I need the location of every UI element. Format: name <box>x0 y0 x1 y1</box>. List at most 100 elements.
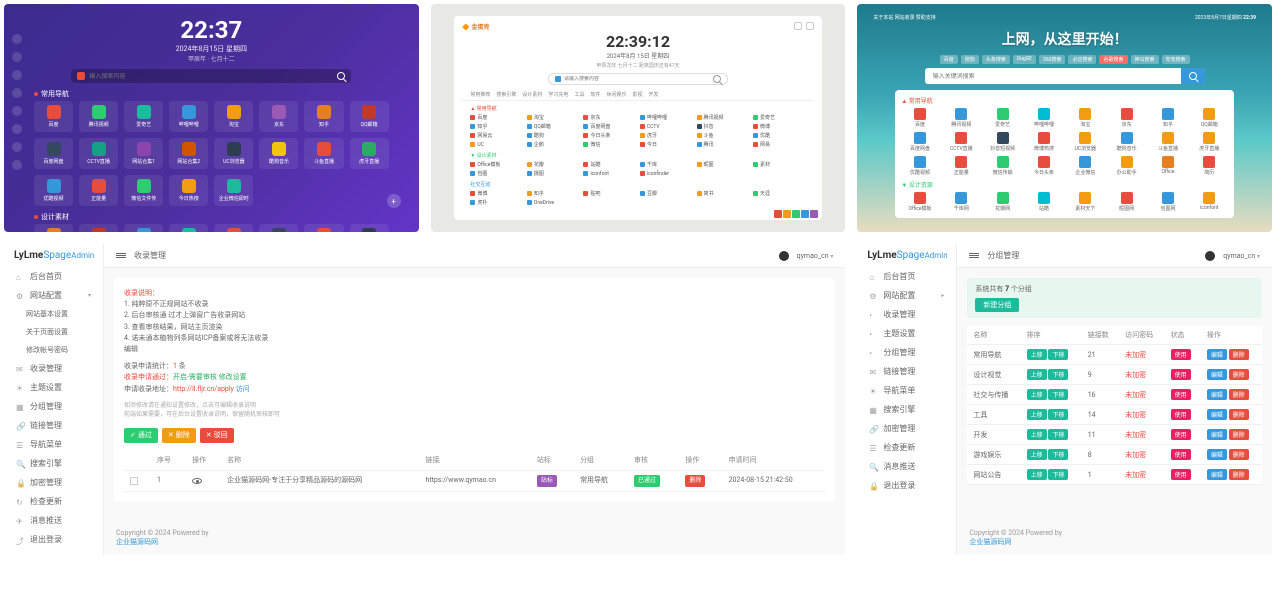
nav-tile[interactable]: 正能量 <box>79 175 118 206</box>
engine-chip[interactable]: 必应搜索 <box>1068 55 1096 64</box>
status-badge[interactable]: 使用 <box>1171 449 1191 460</box>
theme-icon[interactable] <box>806 22 814 30</box>
rail-icon[interactable] <box>12 52 22 62</box>
nav-tile[interactable]: 今日热榜 <box>169 175 208 206</box>
nav-tile[interactable]: 微博热搜 <box>1025 132 1062 152</box>
nav-tile[interactable]: 花瓣网 <box>984 192 1021 212</box>
move-down-button[interactable]: 下移 <box>1048 349 1068 360</box>
delete-button[interactable]: 删除 <box>1229 429 1249 440</box>
settings-icon[interactable] <box>794 22 802 30</box>
top-links[interactable]: 关于本站 网站收录 赞助支持 <box>873 14 935 21</box>
nav-tile[interactable]: 网站合集1 <box>124 138 163 169</box>
nav-tile[interactable]: 爱奇艺 <box>124 101 163 132</box>
sidebar-item[interactable]: ☀导航菜单 <box>857 381 956 400</box>
nav-tile[interactable]: 斗鱼直播 <box>304 138 343 169</box>
sidebar-item[interactable]: 🔍消息推送 <box>857 457 956 476</box>
tab[interactable]: 影视 <box>632 91 642 98</box>
move-up-button[interactable]: 上移 <box>1027 449 1047 460</box>
search-input[interactable] <box>564 76 713 82</box>
sidebar-item[interactable]: ⚙网站配置▸ <box>857 286 956 305</box>
edit-button[interactable]: 编辑 <box>1207 409 1227 420</box>
rail-icon[interactable] <box>12 34 22 44</box>
search-input[interactable] <box>925 73 1181 80</box>
nav-tile[interactable]: 网站合集2 <box>169 138 208 169</box>
move-up-button[interactable]: 上移 <box>1027 369 1047 380</box>
link-item[interactable]: 昵图 <box>697 161 750 168</box>
tab[interactable]: 搜索引擎 <box>496 91 516 98</box>
link-item[interactable]: 千库 <box>640 161 693 168</box>
nav-tile[interactable]: 百度 <box>901 108 938 128</box>
nav-tile[interactable]: 虎牙直播 <box>1191 132 1228 152</box>
footer-link[interactable]: 企业猫源码网 <box>969 538 1011 546</box>
sidebar-item[interactable]: ✈消息推送 <box>4 511 103 530</box>
delete-button[interactable]: 删除 <box>1229 409 1249 420</box>
link-item[interactable]: 包图 <box>470 170 523 177</box>
link-item[interactable]: Office模板 <box>470 161 523 168</box>
link-item[interactable]: UC <box>470 141 523 148</box>
nav-tile[interactable]: 微信传输 <box>984 156 1021 176</box>
nav-tile[interactable]: 简历 <box>1191 156 1228 176</box>
user-menu[interactable]: qymao_cn ▾ <box>1223 252 1260 260</box>
link-item[interactable]: 虎扑 <box>470 199 523 206</box>
nav-tile[interactable]: 百度 <box>34 101 73 132</box>
link-item[interactable]: CCTV <box>640 123 693 130</box>
link-item[interactable]: 企鹅 <box>527 141 580 148</box>
nav-tile[interactable]: 京东 <box>1108 108 1145 128</box>
nav-tile[interactable]: 知乎 <box>1149 108 1186 128</box>
tab[interactable]: 常用推荐 <box>470 91 490 98</box>
dark-mode-toggle[interactable] <box>779 251 789 261</box>
sidebar-item[interactable]: ☀主题设置 <box>4 378 103 397</box>
nav-tile[interactable]: 百度网盘 <box>901 132 938 152</box>
nav-tile[interactable]: 千库网 <box>169 224 208 232</box>
engine-chip[interactable]: 百度 <box>940 55 958 64</box>
link-item[interactable]: 淘宝 <box>527 114 580 121</box>
move-up-button[interactable]: 上移 <box>1027 469 1047 480</box>
search-bar[interactable] <box>71 69 351 83</box>
nav-tile[interactable]: 千库网 <box>943 192 980 212</box>
nav-tile[interactable]: iconfinder <box>350 224 389 232</box>
engine-chip[interactable]: 夸克搜索 <box>1162 55 1190 64</box>
nav-tile[interactable]: 素材天下 <box>124 224 163 232</box>
link-item[interactable]: 豆瓣 <box>640 190 693 197</box>
nav-tile[interactable]: 酷狗音乐 <box>259 138 298 169</box>
sidebar-item[interactable]: ☰检查更新 <box>857 438 956 457</box>
nav-tile[interactable]: 百度网盘 <box>34 138 73 169</box>
sidebar-item[interactable]: •收录管理 <box>857 305 956 324</box>
move-down-button[interactable]: 下移 <box>1048 369 1068 380</box>
nav-tile[interactable]: 图标制作 <box>304 224 343 232</box>
link-item[interactable]: iconfinder <box>640 170 693 177</box>
tab[interactable]: 设计素材 <box>522 91 542 98</box>
nav-tile[interactable]: QQ邮箱 <box>350 101 389 132</box>
search-button[interactable] <box>1181 68 1205 84</box>
new-group-button[interactable]: 新建分组 <box>975 298 1019 312</box>
nav-tile[interactable]: 哔哩哔哩 <box>1025 108 1062 128</box>
rail-icon[interactable] <box>12 106 22 116</box>
sidebar-item[interactable]: ⌂后台首页 <box>4 267 103 286</box>
tab[interactable]: 学习充电 <box>548 91 568 98</box>
nav-tile[interactable]: QQ邮箱 <box>1191 108 1228 128</box>
link-item[interactable]: 斗鱼 <box>697 132 750 139</box>
edit-button[interactable]: 编辑 <box>1207 449 1227 460</box>
link-item[interactable]: 网易云 <box>470 132 523 139</box>
nav-tile[interactable]: UC浏览器 <box>1067 132 1104 152</box>
dark-mode-toggle[interactable] <box>1205 251 1215 261</box>
link-item[interactable]: 知乎 <box>527 190 580 197</box>
engine-icon[interactable] <box>77 72 85 80</box>
sidebar-item[interactable]: •主题设置 <box>857 324 956 343</box>
nav-tile[interactable]: 腾讯视频 <box>943 108 980 128</box>
status-badge[interactable]: 使用 <box>1171 469 1191 480</box>
sidebar-item[interactable]: •分组管理 <box>857 343 956 362</box>
engine-chip[interactable]: 神马搜索 <box>1131 55 1159 64</box>
sidebar-item[interactable]: ✉收录管理 <box>4 359 103 378</box>
move-up-button[interactable]: 上移 <box>1027 389 1047 400</box>
settings-link[interactable]: 修改设置 <box>219 373 247 381</box>
nav-tile[interactable]: Office模板 <box>34 224 73 232</box>
user-menu[interactable]: qymao_cn ▾ <box>797 252 834 260</box>
search-icon[interactable] <box>337 72 345 80</box>
link-item[interactable]: 京东 <box>583 114 636 121</box>
status-badge[interactable]: 使用 <box>1171 409 1191 420</box>
tab[interactable]: 开发 <box>649 91 659 98</box>
nav-tile[interactable]: 企业微信 <box>1067 156 1104 176</box>
sidebar-item[interactable]: ↻检查更新 <box>4 492 103 511</box>
fab-button[interactable]: + <box>387 194 401 208</box>
